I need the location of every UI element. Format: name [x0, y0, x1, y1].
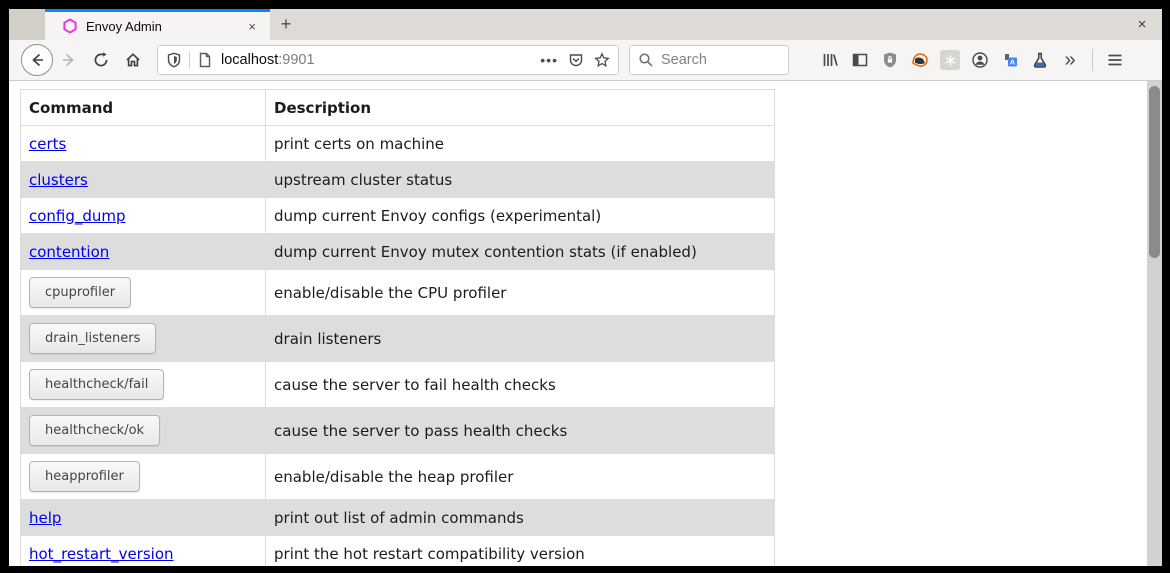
pocket-icon[interactable] [568, 52, 584, 68]
overflow-chevron-icon[interactable]: » [1055, 45, 1085, 75]
search-icon [638, 52, 654, 68]
extension-translate-icon[interactable]: A [995, 45, 1025, 75]
command-button-drain-listeners[interactable]: drain_listeners [29, 323, 156, 354]
urlbar-actions: ••• [530, 52, 610, 68]
command-link-hot-restart-version[interactable]: hot_restart_version [29, 545, 174, 563]
url-host: localhost [221, 52, 278, 68]
extension-snowflake-icon[interactable] [935, 45, 965, 75]
description-drain-listeners: drain listeners [266, 316, 775, 362]
new-tab-button[interactable]: + [270, 9, 302, 40]
toolbar-icon-strip: A » [815, 45, 1085, 75]
protection-shield-lock-icon[interactable] [875, 45, 905, 75]
url-bar[interactable]: localhost:9901 ••• [157, 45, 619, 75]
table-row-heapprofiler: heapprofiler enable/disable the heap pro… [21, 454, 775, 500]
table-row-certs: certs print certs on machine [21, 126, 775, 162]
tab-close-icon[interactable]: × [242, 17, 262, 36]
command-button-cpuprofiler[interactable]: cpuprofiler [29, 277, 131, 308]
search-bar[interactable]: Search [629, 45, 789, 75]
description-contention: dump current Envoy mutex contention stat… [266, 234, 775, 270]
description-config-dump: dump current Envoy configs (experimental… [266, 198, 775, 234]
sidebars-icon[interactable] [845, 45, 875, 75]
browser-window: Envoy Admin × + × [9, 9, 1162, 566]
command-button-heapprofiler[interactable]: heapprofiler [29, 461, 140, 492]
url-port: :9901 [278, 52, 314, 68]
description-clusters: upstream cluster status [266, 162, 775, 198]
description-heapprofiler: enable/disable the heap profiler [266, 454, 775, 500]
description-healthcheck-fail: cause the server to fail health checks [266, 362, 775, 408]
description-help: print out list of admin commands [266, 500, 775, 536]
command-button-healthcheck-fail[interactable]: healthcheck/fail [29, 369, 164, 400]
extension-fox-icon[interactable] [905, 45, 935, 75]
admin-commands-table: Command Description certs print certs on… [20, 89, 775, 566]
table-row-contention: contention dump current Envoy mutex cont… [21, 234, 775, 270]
titlebar-spacer [9, 9, 45, 40]
page-actions-icon[interactable]: ••• [540, 52, 558, 68]
command-link-certs[interactable]: certs [29, 135, 66, 153]
navigation-toolbar: localhost:9901 ••• Search [9, 40, 1162, 81]
url-text[interactable]: localhost:9901 [221, 52, 530, 68]
library-icon[interactable] [815, 45, 845, 75]
tracking-protection-shield-icon[interactable] [166, 52, 182, 68]
description-cpuprofiler: enable/disable the CPU profiler [266, 270, 775, 316]
table-header-row: Command Description [21, 90, 775, 126]
window-close-button[interactable]: × [1122, 9, 1162, 40]
account-icon[interactable] [965, 45, 995, 75]
description-certs: print certs on machine [266, 126, 775, 162]
envoy-favicon-icon [62, 18, 78, 34]
scrollbar-thumb[interactable] [1149, 86, 1160, 258]
extension-flask-icon[interactable] [1025, 45, 1055, 75]
command-link-config-dump[interactable]: config_dump [29, 207, 126, 225]
command-link-clusters[interactable]: clusters [29, 171, 88, 189]
tab-envoy-admin[interactable]: Envoy Admin × [45, 9, 270, 40]
table-row-clusters: clusters upstream cluster status [21, 162, 775, 198]
extension-snowflake-box [940, 50, 960, 70]
hamburger-menu-icon[interactable] [1100, 45, 1130, 75]
column-header-description: Description [266, 90, 775, 126]
urlbar-separator [189, 51, 190, 69]
table-row-hot-restart-version: hot_restart_version print the hot restar… [21, 536, 775, 567]
page-info-icon[interactable] [197, 52, 213, 68]
description-healthcheck-ok: cause the server to pass health checks [266, 408, 775, 454]
command-link-help[interactable]: help [29, 509, 61, 527]
page-scrollbar[interactable] [1147, 81, 1162, 566]
column-header-command: Command [21, 90, 266, 126]
toolbar-separator [1092, 49, 1093, 71]
tab-bar: Envoy Admin × + × [9, 9, 1162, 40]
search-placeholder: Search [661, 52, 707, 68]
tab-bar-empty-space [302, 9, 1122, 40]
table-row-cpuprofiler: cpuprofiler enable/disable the CPU profi… [21, 270, 775, 316]
table-row-drain-listeners: drain_listeners drain listeners [21, 316, 775, 362]
page-content: Command Description certs print certs on… [9, 81, 1162, 566]
table-row-healthcheck-ok: healthcheck/ok cause the server to pass … [21, 408, 775, 454]
bookmark-star-icon[interactable] [594, 52, 610, 68]
svg-text:A: A [1010, 58, 1016, 67]
command-button-healthcheck-ok[interactable]: healthcheck/ok [29, 415, 160, 446]
table-row-help: help print out list of admin commands [21, 500, 775, 536]
tab-title: Envoy Admin [86, 19, 242, 34]
description-hot-restart-version: print the hot restart compatibility vers… [266, 536, 775, 567]
reload-button[interactable] [85, 44, 117, 76]
command-link-contention[interactable]: contention [29, 243, 109, 261]
table-row-config-dump: config_dump dump current Envoy configs (… [21, 198, 775, 234]
home-button[interactable] [117, 44, 149, 76]
table-row-healthcheck-fail: healthcheck/fail cause the server to fai… [21, 362, 775, 408]
back-button[interactable] [21, 44, 53, 76]
forward-button[interactable] [53, 44, 85, 76]
